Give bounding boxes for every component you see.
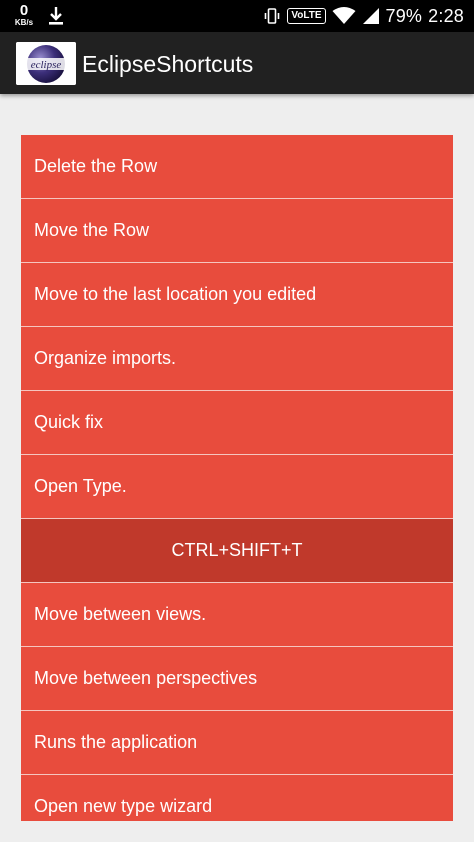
volte-badge: VoLTE (287, 8, 326, 24)
vibrate-icon (265, 8, 280, 24)
network-speed: 0 KB/s (11, 3, 37, 27)
battery-level: 79% (385, 5, 423, 26)
signal-icon (362, 8, 379, 24)
eclipse-logo-icon: eclipse (16, 42, 76, 85)
list-item[interactable]: Move between views. (21, 583, 453, 647)
list-item[interactable]: Delete the Row (21, 135, 453, 199)
shortcut-list[interactable]: Delete the Row Move the Row Move to the … (21, 135, 453, 821)
eclipse-logo: eclipse (16, 42, 76, 85)
list-item[interactable]: Move the Row (21, 199, 453, 263)
status-bar: 0 KB/s VoLTE 79% 2:28 (0, 0, 474, 32)
list-item[interactable]: Open Type. (21, 455, 453, 519)
list-item[interactable]: Move to the last location you edited (21, 263, 453, 327)
list-item[interactable]: Organize imports. (21, 327, 453, 391)
list-item[interactable]: Open new type wizard (21, 775, 453, 821)
shortcut-key-detail: CTRL+SHIFT+T (21, 519, 453, 583)
clock: 2:28 (428, 5, 464, 26)
eclipse-logo-text: eclipse (31, 59, 62, 71)
wifi-icon (332, 7, 356, 24)
download-icon (49, 7, 63, 25)
app-title: EclipseShortcuts (82, 51, 254, 77)
list-item[interactable]: Runs the application (21, 711, 453, 775)
network-speed-unit: KB/s (14, 18, 34, 27)
list-item[interactable]: Move between perspectives (21, 647, 453, 711)
app-bar: eclipse EclipseShortcuts (0, 32, 474, 94)
network-speed-value: 0 (19, 2, 29, 19)
list-item[interactable]: Quick fix (21, 391, 453, 455)
